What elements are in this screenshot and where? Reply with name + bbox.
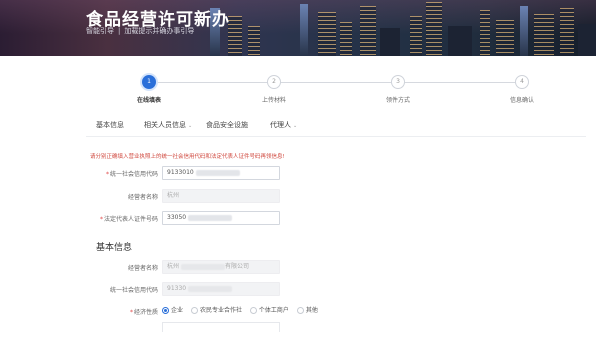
step-confirm-info: 4 信息确认 — [482, 75, 562, 104]
step-fill-form: 1 在线填表 — [109, 75, 189, 104]
step-pickup-method: 3 领件方式 — [358, 75, 438, 104]
legal-id-row: *法定代表人证件号码 33050 — [86, 211, 386, 225]
basic-operator-label: 经营者名称 — [127, 265, 158, 272]
step-number: 1 — [142, 75, 156, 89]
radio-unchecked-icon — [296, 307, 304, 314]
credit-code-row: *统一社会信用代码 9133010 — [86, 166, 386, 180]
step-label: 在线填表 — [136, 97, 161, 104]
legal-id-input[interactable]: 33050 — [162, 211, 280, 225]
basic-credit-row: 统一社会信用代码 91330 — [86, 282, 386, 296]
step-label: 上传材料 — [261, 97, 286, 104]
radio-unchecked-icon — [249, 307, 257, 314]
econ-nature-row: *经济性质 — [129, 309, 158, 316]
form-tabs: 基本信息 相关人员信息 ⌄ 食品安全设施 代理人 ⌄ — [86, 113, 586, 137]
basic-credit-label: 统一社会信用代码 — [109, 287, 158, 294]
header-banner: 食品经营许可新办 智能引导 | 加载提示并确办事引导 — [0, 0, 596, 56]
tab-food-safety-facilities[interactable]: 食品安全设施 — [206, 120, 248, 130]
econ-nature-radio-group: 企业 农民专业合作社 个体工商户 其他 — [162, 305, 324, 317]
radio-other[interactable]: 其他 — [296, 305, 318, 314]
step-label: 领件方式 — [385, 97, 410, 104]
smart-guide-link[interactable]: 智能引导 — [86, 27, 114, 35]
tab-related-persons[interactable]: 相关人员信息 ⌄ — [144, 120, 192, 130]
banner-subtitle: 智能引导 | 加载提示并确办事引导 — [86, 27, 195, 35]
chevron-down-icon: ⌄ — [293, 123, 298, 129]
tab-basic-info[interactable]: 基本信息 — [96, 120, 124, 130]
operator-name-row: 经营者名称 杭州 — [86, 189, 386, 203]
chevron-down-icon: ⌄ — [188, 123, 193, 129]
step-number: 2 — [267, 75, 281, 89]
operator-name-input: 杭州 — [162, 189, 280, 203]
radio-individual[interactable]: 个体工商户 — [249, 305, 289, 314]
step-number: 3 — [391, 75, 405, 89]
form-notice: 请分别正确填入营业执照上的统一社会信用代码和法定代表人证件号码再领信息! — [90, 154, 285, 160]
section-title-basic-info: 基本信息 — [96, 243, 133, 253]
credit-code-label: 统一社会信用代码 — [109, 171, 158, 178]
credit-code-input[interactable]: 9133010 — [162, 166, 280, 180]
radio-unchecked-icon — [190, 307, 198, 314]
operator-name-label: 经营者名称 — [127, 194, 158, 201]
radio-checked-icon — [162, 307, 169, 314]
basic-operator-row: 经营者名称 杭州 有限公司 — [86, 260, 386, 274]
legal-id-label: 法定代表人证件号码 — [103, 216, 158, 223]
step-number: 4 — [515, 75, 529, 89]
radio-enterprise[interactable]: 企业 — [162, 305, 183, 314]
step-upload-materials: 2 上传材料 — [234, 75, 314, 104]
econ-nature-label: 经济性质 — [133, 309, 158, 316]
progress-stepper: 1 在线填表 2 上传材料 3 领件方式 4 信息确认 — [86, 70, 572, 108]
basic-credit-input: 91330 — [162, 282, 280, 296]
step-label: 信息确认 — [509, 97, 534, 104]
next-field-input[interactable] — [162, 322, 280, 332]
basic-operator-input: 杭州 有限公司 — [162, 260, 280, 274]
radio-cooperative[interactable]: 农民专业合作社 — [190, 305, 242, 314]
guide-hint-text: 加载提示并确办事引导 — [124, 27, 195, 35]
tab-agent[interactable]: 代理人 ⌄ — [270, 120, 297, 130]
